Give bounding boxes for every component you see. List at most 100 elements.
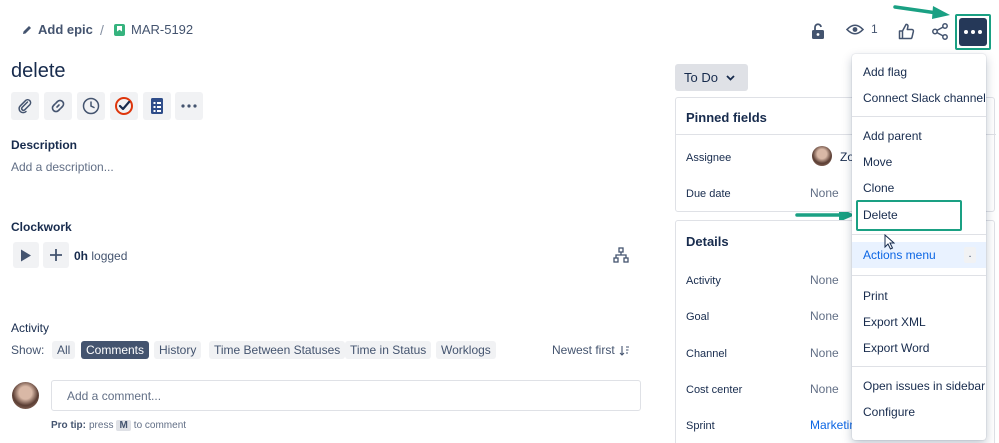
link-issue-button[interactable] [44, 92, 72, 120]
checklist-button[interactable] [110, 92, 138, 120]
more-horizontal-icon [181, 104, 197, 108]
cost-center-value[interactable]: None [810, 382, 839, 396]
watchers-count: 1 [871, 22, 878, 36]
checklist-icon [115, 97, 133, 115]
more-actions-button[interactable] [955, 14, 991, 50]
mouse-cursor [884, 233, 896, 253]
menu-item-export-xml[interactable]: Export XML [852, 309, 986, 335]
menu-item-open-issues-sidebar[interactable]: Open issues in sidebar [852, 373, 986, 399]
tab-worklogs[interactable]: Worklogs [436, 341, 496, 359]
show-label: Show: [11, 343, 45, 357]
menu-item-actions-menu[interactable]: Actions menu . [852, 242, 986, 268]
issue-title[interactable]: delete [11, 60, 66, 83]
logged-label: logged [91, 249, 128, 263]
cost-center-label: Cost center [686, 384, 743, 396]
issue-key: MAR-5192 [131, 22, 194, 37]
clock-button[interactable] [77, 92, 105, 120]
form-icon [151, 98, 163, 114]
menu-item-configure[interactable]: Configure [852, 399, 986, 425]
more-actions-menu: Add flag Connect Slack channel Add paren… [852, 54, 986, 440]
activity-field-value[interactable]: None [810, 273, 839, 287]
menu-separator [852, 116, 986, 117]
pro-tip-prefix: Pro tip: [51, 420, 86, 431]
cursor-icon [884, 233, 896, 250]
status-dropdown[interactable]: To Do [675, 64, 748, 91]
menu-item-export-word[interactable]: Export Word [852, 335, 986, 361]
tab-time-in-status[interactable]: Time in Status [345, 341, 432, 359]
clockwork-heading: Clockwork [11, 220, 72, 234]
pro-tip-suffix: to comment [133, 420, 187, 431]
hierarchy-button[interactable] [608, 242, 634, 268]
due-date-value[interactable]: None [810, 186, 839, 200]
link-icon [51, 99, 65, 113]
sort-label: Newest first [552, 343, 615, 357]
menu-separator [852, 275, 986, 276]
activity-field-label: Activity [686, 275, 721, 287]
form-button[interactable] [143, 92, 171, 120]
play-icon [21, 249, 31, 261]
sort-icon [619, 345, 629, 356]
sprint-value[interactable]: Marketin [810, 418, 856, 432]
tab-history[interactable]: History [154, 341, 202, 359]
menu-item-clone[interactable]: Clone [852, 175, 986, 201]
clock-icon [82, 97, 100, 115]
tab-all[interactable]: All [52, 341, 76, 359]
menu-item-move[interactable]: Move [852, 149, 986, 175]
tab-time-between-statuses[interactable]: Time Between Statuses [209, 341, 346, 359]
attach-button[interactable] [11, 92, 39, 120]
more-toolbar-button[interactable] [175, 92, 203, 120]
pinned-fields-heading[interactable]: Pinned fields [686, 110, 767, 125]
paperclip-icon [18, 98, 32, 114]
eye-icon [846, 23, 864, 35]
delete-highlight-box [856, 200, 962, 231]
issue-key-link[interactable]: MAR-5192 [114, 22, 193, 37]
channel-field-label: Channel [686, 348, 727, 360]
details-heading[interactable]: Details [686, 234, 729, 249]
assignee-avatar [812, 146, 832, 166]
menu-separator [852, 366, 986, 367]
actions-shortcut: . [964, 247, 976, 263]
pro-tip: Pro tip: press M to comment [51, 420, 186, 431]
avatar [12, 382, 39, 409]
sort-button[interactable]: Newest first [552, 343, 630, 357]
comment-placeholder: Add a comment... [67, 388, 162, 403]
hierarchy-icon [613, 247, 629, 263]
more-icon [959, 18, 987, 46]
menu-item-add-parent[interactable]: Add parent [852, 123, 986, 149]
pencil-icon [23, 25, 31, 34]
lock-button[interactable] [805, 18, 831, 44]
story-icon [114, 23, 125, 36]
menu-separator [852, 234, 986, 235]
logged-value: 0h [74, 249, 89, 263]
plus-icon [50, 249, 62, 261]
description-heading: Description [11, 138, 78, 152]
actions-menu-label: Actions menu [863, 248, 936, 262]
logged-summary: 0h logged [74, 249, 127, 263]
breadcrumb-separator: / [100, 22, 104, 38]
pro-tip-press: press [89, 420, 114, 431]
due-date-label: Due date [686, 188, 731, 200]
menu-item-add-flag[interactable]: Add flag [852, 59, 986, 85]
add-worklog-button[interactable] [43, 242, 69, 268]
description-field[interactable]: Add a description... [11, 160, 114, 174]
goal-field-value[interactable]: None [810, 309, 839, 323]
add-epic-link[interactable]: Add epic [22, 22, 93, 37]
goal-field-label: Goal [686, 311, 710, 323]
play-timer-button[interactable] [13, 242, 39, 268]
annotation-arrow-more [893, 2, 953, 22]
activity-heading: Activity [11, 321, 50, 335]
sprint-label: Sprint [686, 420, 715, 432]
pro-tip-key: M [116, 420, 131, 431]
add-epic-label: Add epic [38, 22, 93, 37]
menu-item-connect-slack[interactable]: Connect Slack channel [852, 85, 986, 111]
assignee-label: Assignee [686, 152, 732, 164]
thumbs-up-icon [898, 23, 914, 39]
watch-button[interactable]: 1 [846, 22, 878, 36]
menu-item-print[interactable]: Print [852, 283, 986, 309]
chevron-down-icon [726, 74, 735, 81]
tab-comments[interactable]: Comments [81, 341, 150, 359]
share-icon [932, 22, 948, 40]
comment-input[interactable]: Add a comment... [51, 380, 641, 411]
channel-field-value[interactable]: None [810, 346, 839, 360]
unlock-icon [812, 22, 824, 39]
